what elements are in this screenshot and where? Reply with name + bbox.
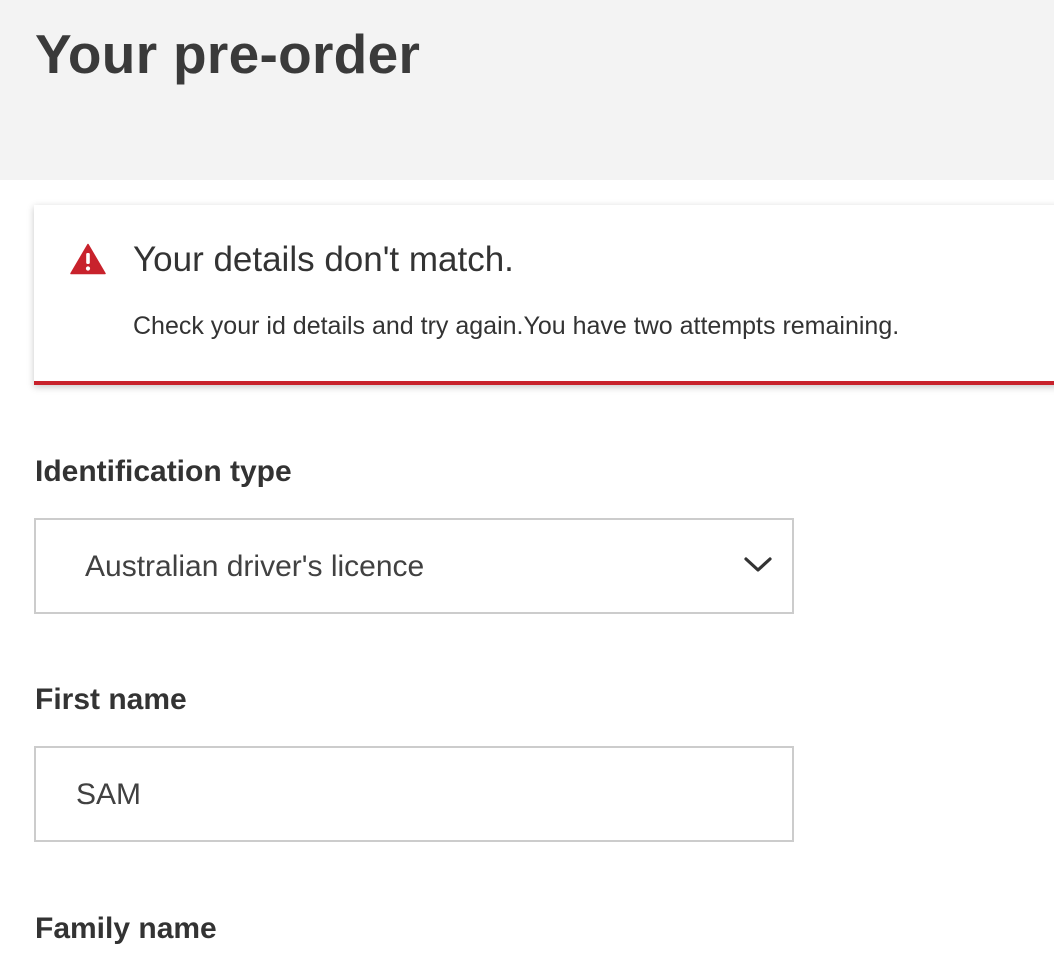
first-name-label: First name [35,683,187,716]
alert-message: Check your id details and try again.You … [133,312,900,340]
alert-title: Your details don't match. [133,240,514,279]
first-name-field[interactable]: SAM [34,746,794,842]
warning-triangle-icon [70,243,106,275]
page-title: Your pre-order [35,23,421,85]
identification-type-selected-value: Australian driver's licence [85,550,425,583]
error-alert: Your details don't match. Check your id … [34,205,1054,385]
page-header: Your pre-order [0,0,1054,180]
identification-type-select[interactable]: Australian driver's licence [34,518,794,614]
first-name-value: SAM [76,778,142,811]
family-name-label: Family name [35,912,217,945]
identification-type-label: Identification type [35,455,292,488]
chevron-down-icon [743,555,773,575]
